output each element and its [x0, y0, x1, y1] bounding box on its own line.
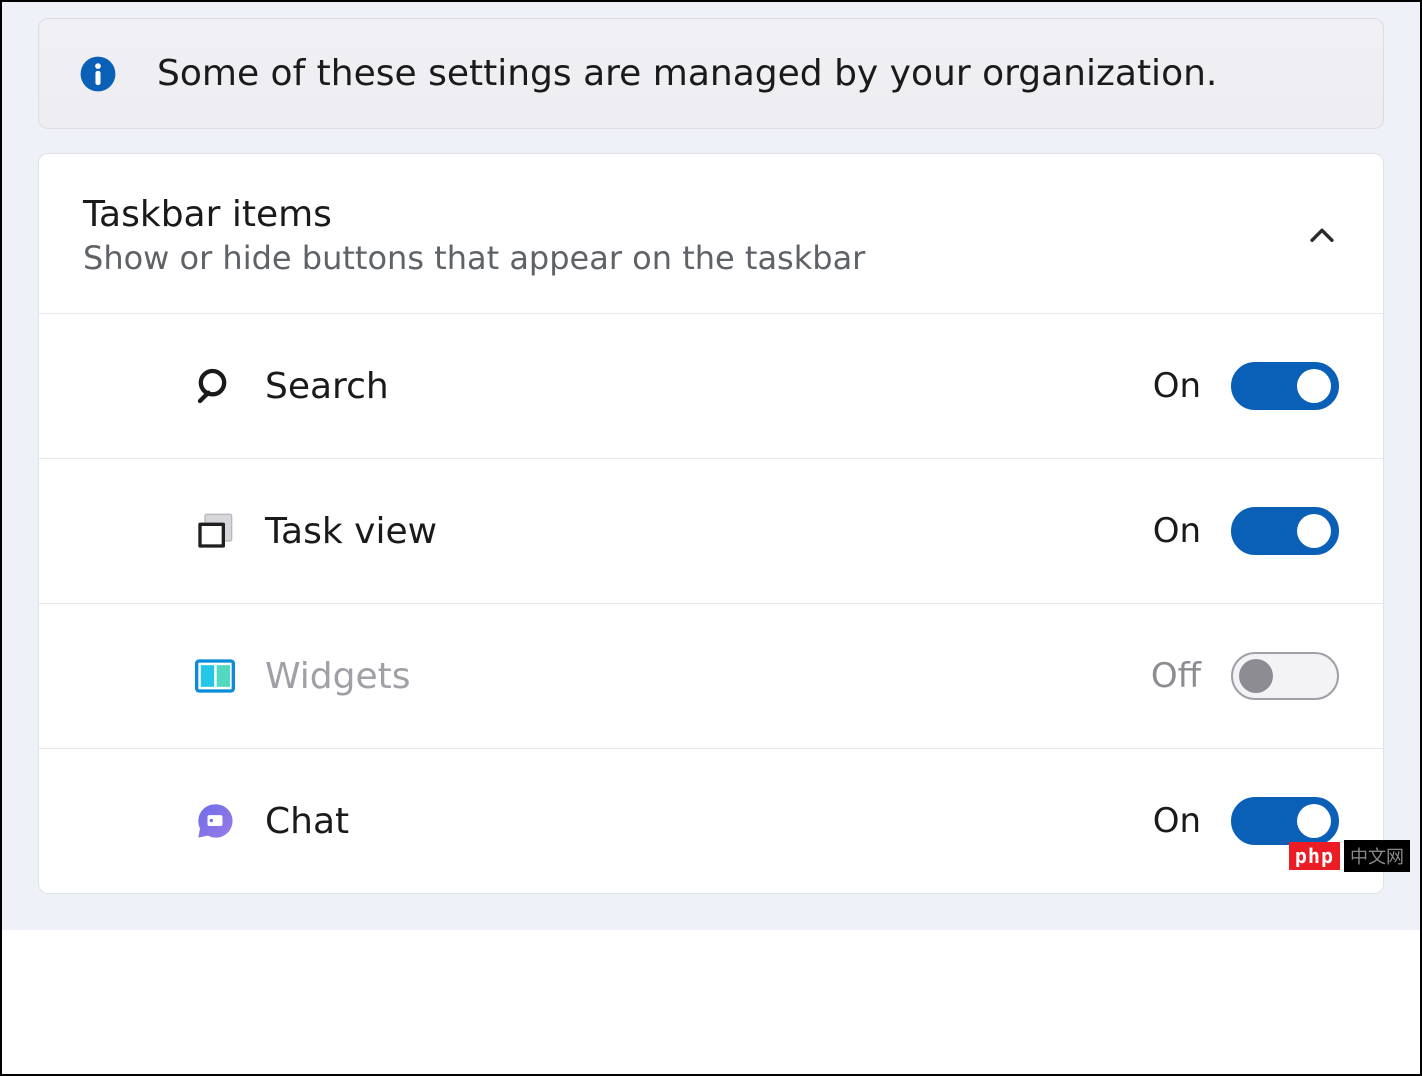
taskbar-item-chat: Chat On [39, 748, 1383, 893]
section-title: Taskbar items [83, 194, 865, 235]
search-icon [195, 366, 235, 406]
widgets-icon [195, 656, 235, 696]
watermark-left: php [1289, 842, 1340, 870]
taskbar-items-card: Taskbar items Show or hide buttons that … [38, 153, 1384, 894]
row-label: Search [265, 366, 1153, 407]
taskbar-item-taskview: Task view On [39, 458, 1383, 603]
row-status: Off [1151, 656, 1201, 696]
org-managed-text: Some of these settings are managed by yo… [157, 53, 1217, 94]
taskbar-items-header[interactable]: Taskbar items Show or hide buttons that … [39, 154, 1383, 313]
watermark-right: 中文网 [1344, 840, 1410, 872]
section-subtitle: Show or hide buttons that appear on the … [83, 239, 865, 277]
chat-toggle[interactable] [1231, 797, 1339, 845]
row-status: On [1153, 801, 1201, 841]
chat-icon [195, 801, 235, 841]
chevron-up-icon [1305, 219, 1339, 253]
widgets-toggle [1231, 652, 1339, 700]
taskbar-items-header-text: Taskbar items Show or hide buttons that … [83, 194, 865, 277]
taskbar-item-search: Search On [39, 313, 1383, 458]
search-toggle[interactable] [1231, 362, 1339, 410]
row-status: On [1153, 366, 1201, 406]
row-label: Widgets [265, 656, 1151, 697]
taskview-icon [195, 511, 235, 551]
org-managed-banner: Some of these settings are managed by yo… [38, 18, 1384, 129]
info-icon [79, 55, 117, 93]
watermark: php 中文网 [1289, 840, 1410, 872]
taskview-toggle[interactable] [1231, 507, 1339, 555]
row-status: On [1153, 511, 1201, 551]
taskbar-item-widgets: Widgets Off [39, 603, 1383, 748]
row-label: Task view [265, 511, 1153, 552]
row-label: Chat [265, 801, 1153, 842]
